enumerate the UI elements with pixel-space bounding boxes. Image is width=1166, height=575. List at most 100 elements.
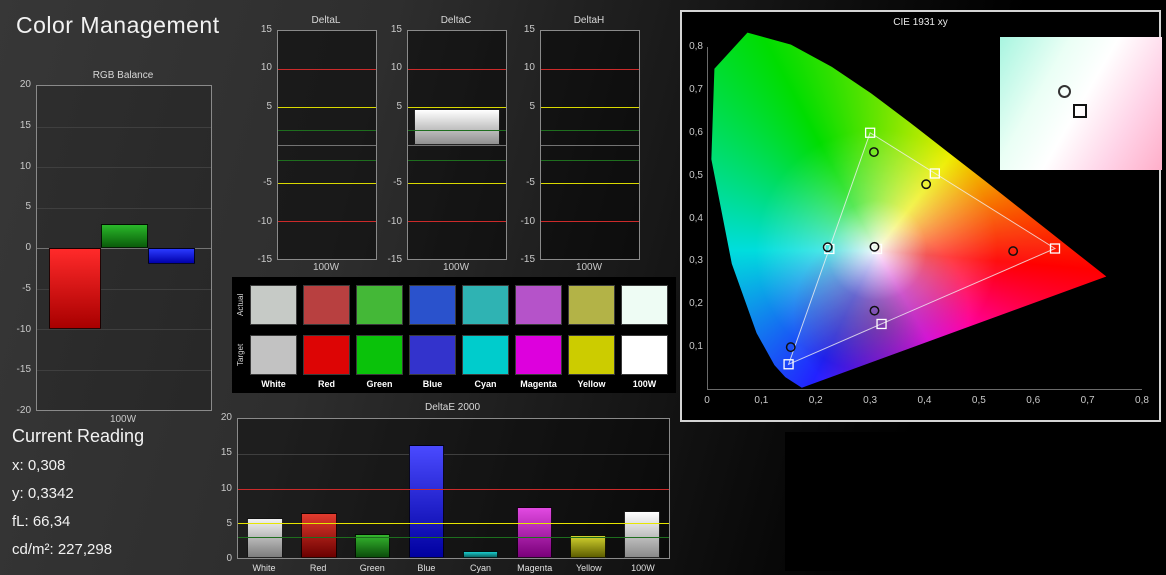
reference-line <box>238 523 669 525</box>
actual-swatch-green <box>356 285 403 325</box>
cie-y-tick-label: 0,1 <box>689 341 703 353</box>
cie-y-tick-label: 0,4 <box>689 212 703 224</box>
gridline <box>37 207 211 209</box>
page-title: Color Management <box>16 12 220 38</box>
rgb-balance-plot <box>36 85 212 411</box>
x-category-label: 100W <box>631 563 655 573</box>
cie-x-tick-label: 0,4 <box>917 395 932 406</box>
y-tick-label: 10 <box>19 160 31 172</box>
swatch-column-label: Red <box>317 379 335 389</box>
reference-line <box>238 488 669 490</box>
target-swatch-yellow <box>568 335 615 375</box>
y-tick-label: -10 <box>520 215 535 227</box>
measured-marker-blue <box>785 342 796 353</box>
actual-swatch-blue <box>409 285 456 325</box>
y-tick-label: -10 <box>257 215 272 227</box>
y-tick-label: -5 <box>22 282 31 294</box>
swatch-panel: Actual Target White Red Green Blue Cyan Magenta… <box>232 277 676 393</box>
inset-measured-marker <box>1058 84 1072 98</box>
reference-line <box>408 68 506 70</box>
delta-l-x-label: 100W <box>312 262 340 273</box>
y-tick-label: 15 <box>523 24 535 35</box>
y-tick-label: 10 <box>390 62 402 74</box>
cie-x-tick-label: 0,8 <box>1135 395 1149 406</box>
swatch-column-label: Magenta <box>520 379 557 389</box>
reference-line <box>278 129 376 131</box>
swatch-column-label: 100W <box>632 379 657 389</box>
current-reading-luminance: cd/m²: 227,298 <box>12 541 113 558</box>
reference-line <box>278 160 376 162</box>
y-tick-label: 20 <box>19 79 31 90</box>
delta-c-title: DeltaC <box>440 15 472 26</box>
cie-panel: CIE 1931 xy 0,8 0,7 0,6 0,5 0,4 0,3 0,2 0,1 0 0,1… <box>680 10 1162 422</box>
y-tick-label: -10 <box>387 215 402 227</box>
gridline <box>238 453 669 455</box>
rgb-balance-chart: RGB Balance 100W 20 15 10 5 0 -5 -10 -15 -20 <box>0 60 214 432</box>
target-swatch-white <box>250 335 297 375</box>
gridline <box>37 369 211 371</box>
y-tick-label: -5 <box>393 177 402 189</box>
cie-y-tick-label: 0,2 <box>689 298 703 310</box>
y-tick-label: 5 <box>396 100 402 112</box>
y-tick-label: -15 <box>257 254 272 265</box>
swatch-column-label: Blue <box>422 379 443 389</box>
reference-line <box>278 182 376 184</box>
actual-swatch-cyan <box>462 285 509 325</box>
cie-x-tick-label: 0,5 <box>971 395 986 406</box>
bar-magenta <box>516 507 553 558</box>
bar-green <box>101 223 149 248</box>
bar-yellow <box>570 535 606 558</box>
y-tick-label: 10 <box>260 62 272 74</box>
target-swatch-blue <box>409 335 456 375</box>
bar-blue <box>408 445 445 558</box>
target-swatch-magenta <box>515 335 562 375</box>
cie-y-tick-label: 0,6 <box>689 126 703 138</box>
reference-line <box>541 182 639 184</box>
delta-c-plot <box>407 30 507 260</box>
target-swatch-red <box>303 335 350 375</box>
cie-x-tick-label: 0,7 <box>1080 395 1095 406</box>
reference-line <box>408 182 506 184</box>
cie-x-tick-label: 0,6 <box>1026 395 1041 406</box>
zero-axis-line <box>278 145 376 146</box>
reference-line <box>238 537 669 539</box>
bar-cyan <box>462 551 499 558</box>
delta-e-2000-title: DeltaE 2000 <box>424 402 481 413</box>
delta-c-x-label: 100W <box>442 262 470 273</box>
reference-line <box>278 106 376 108</box>
delta-l-chart: DeltaL 100W 15 10 5 -5 -10 -15 <box>245 8 379 280</box>
swatch-column-label: Green <box>366 379 393 389</box>
reference-line <box>408 160 506 162</box>
bar-red <box>301 512 337 558</box>
current-reading-x: x: 0,308 <box>12 457 66 474</box>
reference-line <box>408 129 506 131</box>
y-tick-label: 10 <box>523 62 535 74</box>
delta-e-2000-plot <box>237 418 670 559</box>
x-category-label: Cyan <box>470 563 492 573</box>
actual-swatch-red <box>303 285 350 325</box>
y-tick-label: -10 <box>16 323 31 335</box>
reference-line <box>541 68 639 70</box>
target-swatch-green <box>356 335 403 375</box>
cie-x-tick-label: 0,1 <box>754 395 769 406</box>
delta-l-title: DeltaL <box>311 15 341 26</box>
cie-x-tick-label: 0,3 <box>863 395 878 406</box>
x-category-label: Yellow <box>575 563 602 573</box>
y-tick-label: 15 <box>19 119 31 131</box>
gridline <box>37 167 211 168</box>
bar-red <box>49 248 102 329</box>
delta-h-title: DeltaH <box>573 15 605 26</box>
bar-100w <box>624 511 660 558</box>
zero-axis-line <box>541 145 639 146</box>
x-category-label: Red <box>309 563 327 573</box>
cie-title: CIE 1931 xy <box>893 17 948 28</box>
y-tick-label: -20 <box>16 405 31 416</box>
actual-swatch-yellow <box>568 285 615 325</box>
current-reading: Current Reading x: 0,308 y: 0,3342 fL: 6… <box>12 426 242 569</box>
bar-blue <box>148 248 196 265</box>
y-tick-label: 15 <box>390 24 402 35</box>
cie-y-tick-label: 0,7 <box>689 83 703 95</box>
x-category-label: Magenta <box>517 563 553 573</box>
zero-axis-line <box>408 145 506 146</box>
current-reading-heading: Current Reading <box>12 426 145 446</box>
